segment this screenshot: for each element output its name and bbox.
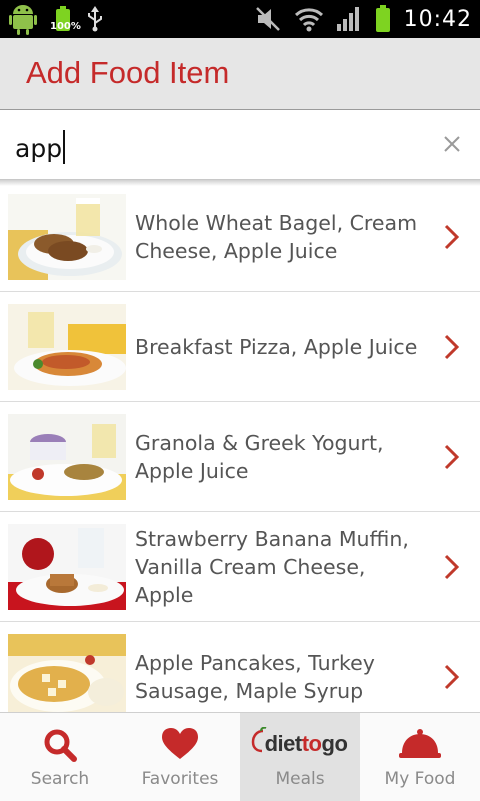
status-bar: 100% 10:42 [0,0,480,38]
search-icon [44,729,77,762]
signal-icon [336,7,359,31]
text-cursor [63,130,66,164]
nav-search[interactable]: Search [0,713,120,801]
logo-to: to [301,731,322,756]
nav-search-label: Search [30,769,90,789]
wifi-icon [294,8,323,32]
food-thumbnail [8,634,126,712]
nav-meals[interactable]: diettogo Meals [240,713,360,801]
search-input-value: app [15,134,63,163]
list-item-label: Granola & Greek Yogurt, Apple Juice [135,430,384,483]
search-input[interactable]: app [15,130,66,164]
title-bar: Add Food Item [0,38,480,110]
clear-search-button[interactable] [438,130,466,158]
food-thumbnail [8,304,126,390]
list-item[interactable]: Breakfast Pizza, Apple Juice [0,292,480,402]
nav-favorites[interactable]: Favorites [120,713,240,801]
battery-icon [375,5,390,32]
food-thumbnail [8,194,126,280]
chevron-right-icon [444,664,460,690]
list-item[interactable]: Granola & Greek Yogurt, Apple Juice [0,402,480,512]
list-item-label: Strawberry Banana Muffin, Vanilla Cream … [135,526,409,607]
nav-meals-label: Meals [275,769,325,789]
usb-icon [88,6,102,32]
list-item[interactable]: Whole Wheat Bagel, Cream Cheese, Apple J… [0,182,480,292]
list-item-label: Breakfast Pizza, Apple Juice [135,334,418,359]
search-bar: app [0,110,480,180]
food-thumbnail [8,524,126,610]
page-title: Add Food Item [26,55,230,90]
food-thumbnail [8,414,126,500]
heart-icon [162,728,198,759]
list-item-label: Apple Pancakes, Turkey Sausage, Maple Sy… [135,650,375,703]
chevron-right-icon [444,444,460,470]
bottom-nav: Search Favorites diettogo Meals My Food [0,712,480,801]
logo-go: go [321,731,348,756]
cloche-icon [399,729,441,758]
chevron-right-icon [444,334,460,360]
list-item[interactable]: Strawberry Banana Muffin, Vanilla Cream … [0,512,480,622]
battery-percent: 100% [50,21,81,32]
results-list: Whole Wheat Bagel, Cream Cheese, Apple J… [0,182,480,712]
nav-my-food-label: My Food [384,769,456,789]
nav-favorites-label: Favorites [141,769,219,789]
chevron-right-icon [444,224,460,250]
chevron-right-icon [444,554,460,580]
mute-icon [255,7,280,31]
android-icon [9,5,37,35]
close-icon [444,136,460,152]
list-item[interactable]: Apple Pancakes, Turkey Sausage, Maple Sy… [0,622,480,712]
clock: 10:42 [403,6,472,32]
list-item-label: Whole Wheat Bagel, Cream Cheese, Apple J… [135,210,418,263]
diettogo-logo-icon: diettogo [251,727,348,761]
nav-my-food[interactable]: My Food [360,713,480,801]
